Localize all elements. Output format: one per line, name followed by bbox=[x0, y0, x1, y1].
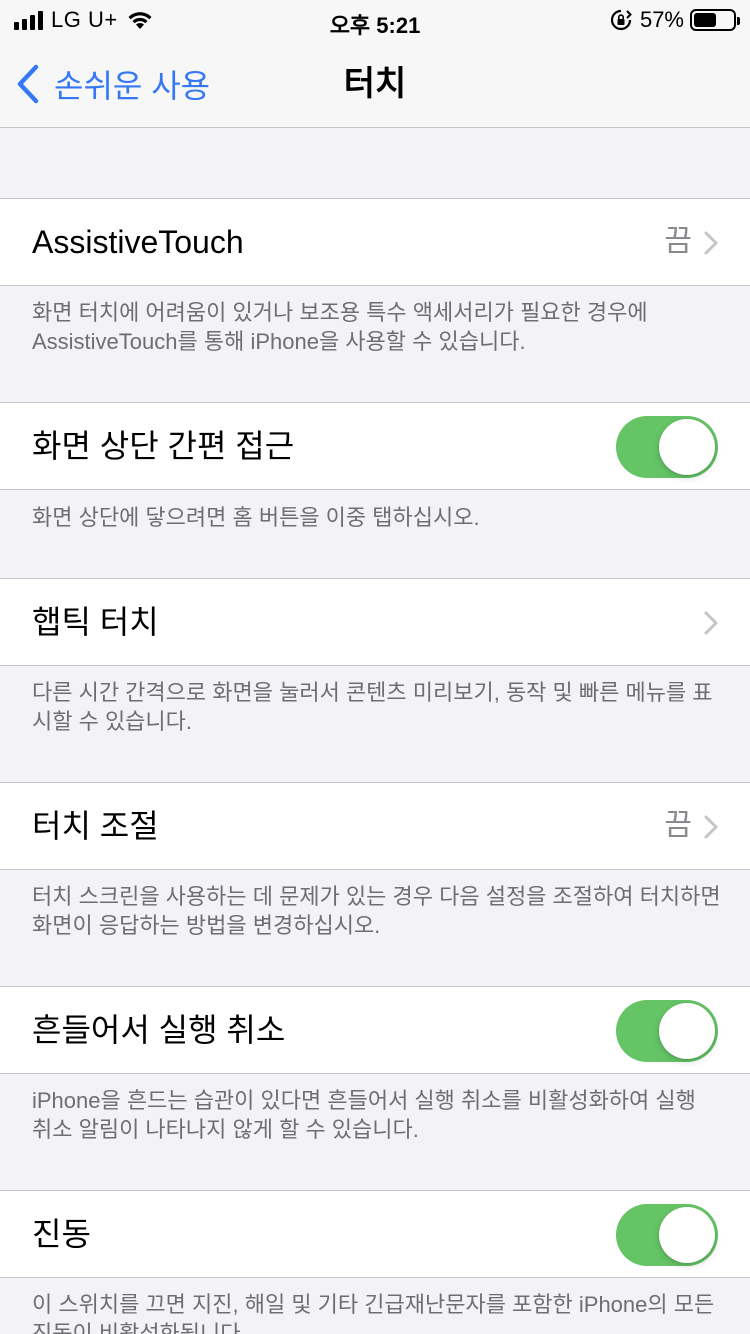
row-footer: 화면 상단에 닿으려면 홈 버튼을 이중 탭하십시오. bbox=[32, 505, 480, 530]
toggle-knob bbox=[659, 1003, 715, 1059]
reachability-toggle[interactable] bbox=[616, 416, 718, 478]
chevron-right-icon bbox=[704, 611, 718, 635]
row-label: 진동 bbox=[32, 1216, 91, 1252]
assistivetouch-row[interactable]: AssistiveTouch 끔 bbox=[0, 198, 750, 286]
row-footer: 이 스위치를 끄면 지진, 해일 및 기타 긴급재난문자를 포함한 iPhone… bbox=[32, 1292, 715, 1334]
row-footer: 터치 스크린을 사용하는 데 문제가 있는 경우 다음 설정을 조절하여 터치하… bbox=[32, 884, 721, 938]
shake-to-undo-row: 흔들어서 실행 취소 bbox=[0, 986, 750, 1074]
back-button-label: 손쉬운 사용 bbox=[54, 68, 211, 104]
row-label: 햅틱 터치 bbox=[32, 604, 159, 640]
row-value: 끔 bbox=[664, 809, 692, 842]
row-footer: iPhone을 흔드는 습관이 있다면 흔들어서 실행 취소를 비활성화하여 실… bbox=[32, 1088, 696, 1142]
chevron-right-icon bbox=[704, 815, 718, 839]
row-label: 터치 조절 bbox=[32, 808, 159, 844]
row-footer: 다른 시간 간격으로 화면을 눌러서 콘텐츠 미리보기, 동작 및 빠른 메뉴를… bbox=[32, 680, 713, 734]
back-button[interactable]: 손쉬운 사용 bbox=[16, 62, 210, 106]
navigation-bar: 손쉬운 사용 터치 bbox=[0, 40, 750, 128]
rotation-lock-icon bbox=[610, 9, 632, 31]
row-label: 화면 상단 간편 접근 bbox=[32, 428, 295, 464]
vibration-row: 진동 bbox=[0, 1190, 750, 1278]
battery-percent: 57% bbox=[639, 7, 684, 32]
shake-to-undo-toggle[interactable] bbox=[616, 1000, 718, 1062]
touch-accommodations-row[interactable]: 터치 조절 끔 bbox=[0, 782, 750, 870]
row-label: 흔들어서 실행 취소 bbox=[32, 1012, 286, 1048]
row-footer: 화면 터치에 어려움이 있거나 보조용 특수 액세서리가 필요한 경우에 Ass… bbox=[32, 300, 648, 354]
battery-icon bbox=[690, 9, 740, 31]
chevron-right-icon bbox=[704, 231, 718, 255]
status-right: 57% bbox=[610, 7, 740, 32]
reachability-row: 화면 상단 간편 접근 bbox=[0, 402, 750, 490]
row-label: AssistiveTouch bbox=[32, 224, 244, 260]
chevron-left-icon bbox=[17, 64, 39, 104]
row-value: 끔 bbox=[664, 225, 692, 258]
status-bar: LG U+ 오후 5:21 57% bbox=[0, 0, 750, 40]
haptic-touch-row[interactable]: 햅틱 터치 bbox=[0, 578, 750, 666]
vibration-toggle[interactable] bbox=[616, 1204, 718, 1266]
toggle-knob bbox=[659, 1207, 715, 1263]
toggle-knob bbox=[659, 419, 715, 475]
